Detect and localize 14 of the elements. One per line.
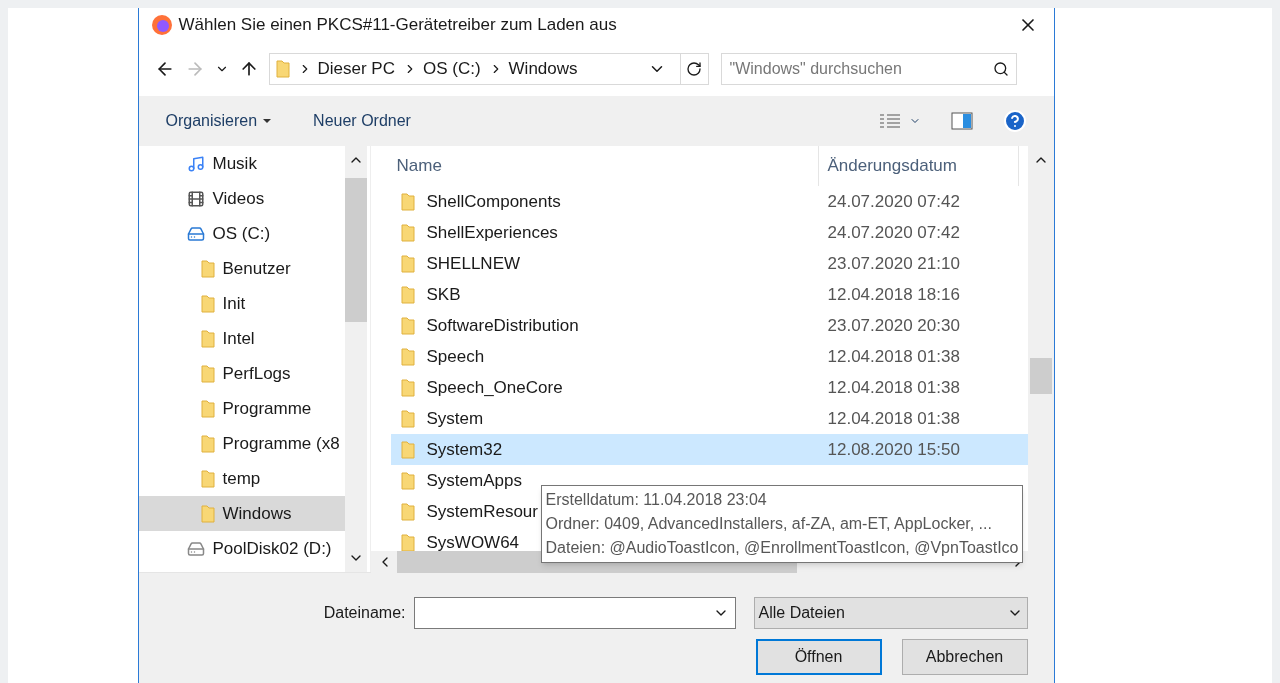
- date-cell-text: 12.04.2018 18:16: [826, 283, 960, 306]
- filename-label: Dateiname:: [323, 603, 406, 623]
- date-cell-text: 12.08.2020 15:50: [826, 438, 960, 461]
- date-cell-text: 23.07.2020 21:10: [826, 252, 960, 275]
- date-cell-text: 12.04.2018 01:38: [826, 345, 960, 368]
- window-title: Wählen Sie einen PKCS#11-Gerätetreiber zum Laden aus: [178, 14, 617, 37]
- tooltip-line: Erstelldatum: 11.04.2018 23:04: [545, 490, 768, 510]
- date-cell-text: 24.07.2020 07:42: [826, 221, 960, 244]
- tooltip-line: Dateien: @AudioToastIcon, @EnrollmentToastIcon, @VpnToastIco: [545, 538, 1019, 558]
- date-cell-text: 23.07.2020 20:30: [826, 314, 960, 337]
- tooltip-line: Ordner: 0409, AdvancedInstallers, af-ZA, am-ET, AppLocker, ...: [545, 514, 993, 534]
- date-cell-text: 24.07.2020 07:42: [826, 190, 960, 213]
- date-cell-text: 12.04.2018 01:38: [826, 376, 960, 399]
- date-cell-text: 12.04.2018 01:38: [826, 407, 960, 430]
